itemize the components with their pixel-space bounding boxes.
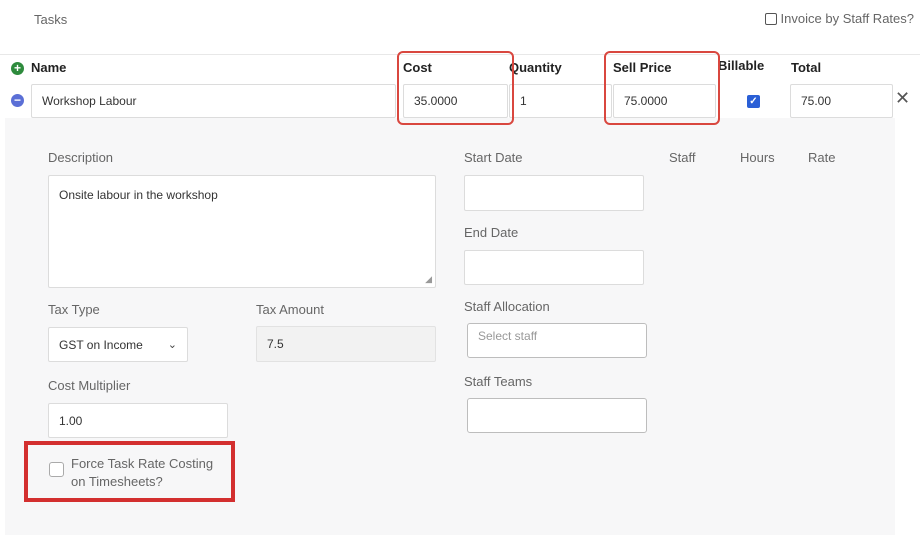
invoice-by-staff-rates-toggle[interactable]: Invoice by Staff Rates? [764, 11, 914, 26]
staff-column-header: Staff [669, 150, 696, 165]
resize-grip-icon[interactable]: ◢ [425, 274, 432, 285]
description-label: Description [48, 150, 114, 165]
column-header-quantity: Quantity [509, 60, 562, 75]
end-date-input[interactable] [464, 250, 644, 285]
column-header-total: Total [791, 60, 822, 75]
description-text: Onsite labour in the workshop [59, 188, 218, 202]
task-total-input[interactable]: 75.00 [790, 84, 893, 118]
hours-column-header: Hours [740, 150, 775, 165]
end-date-label: End Date [464, 225, 519, 240]
sell-price-highlight-box [604, 51, 720, 125]
cost-highlight-box [397, 51, 514, 125]
section-title: Tasks [34, 12, 68, 27]
start-date-input[interactable] [464, 175, 644, 211]
start-date-label: Start Date [464, 150, 523, 165]
task-name-input[interactable]: Workshop Labour [31, 84, 396, 118]
chevron-down-icon: ⌄ [167, 339, 177, 351]
column-header-billable: Billable [718, 58, 765, 73]
tax-type-label: Tax Type [48, 302, 100, 317]
force-task-rate-highlight-box [24, 441, 235, 502]
description-textarea[interactable]: Onsite labour in the workshop ◢ [48, 175, 436, 288]
staff-allocation-input[interactable]: Select staff [467, 323, 647, 358]
staff-allocation-label: Staff Allocation [464, 299, 550, 314]
add-task-icon[interactable]: + [11, 62, 24, 75]
tax-amount-field: 7.5 [256, 326, 436, 362]
task-quantity-input[interactable]: 1 [509, 84, 612, 118]
staff-teams-input[interactable] [467, 398, 647, 433]
staff-teams-label: Staff Teams [464, 374, 533, 389]
invoice-by-staff-rates-checkbox[interactable] [764, 12, 777, 25]
cost-multiplier-label: Cost Multiplier [48, 378, 131, 393]
tax-type-value: GST on Income [59, 337, 143, 352]
rate-column-header: Rate [808, 150, 836, 165]
remove-task-icon[interactable]: ✕ [895, 88, 910, 109]
column-header-name: Name [31, 60, 67, 75]
tax-amount-label: Tax Amount [256, 302, 324, 317]
tax-type-select[interactable]: GST on Income ⌄ [48, 327, 188, 362]
invoice-by-staff-rates-label: Invoice by Staff Rates? [780, 11, 914, 26]
cost-multiplier-input[interactable]: 1.00 [48, 403, 228, 438]
collapse-task-icon[interactable]: − [11, 94, 24, 107]
billable-checkbox[interactable]: ✓ [747, 95, 760, 108]
